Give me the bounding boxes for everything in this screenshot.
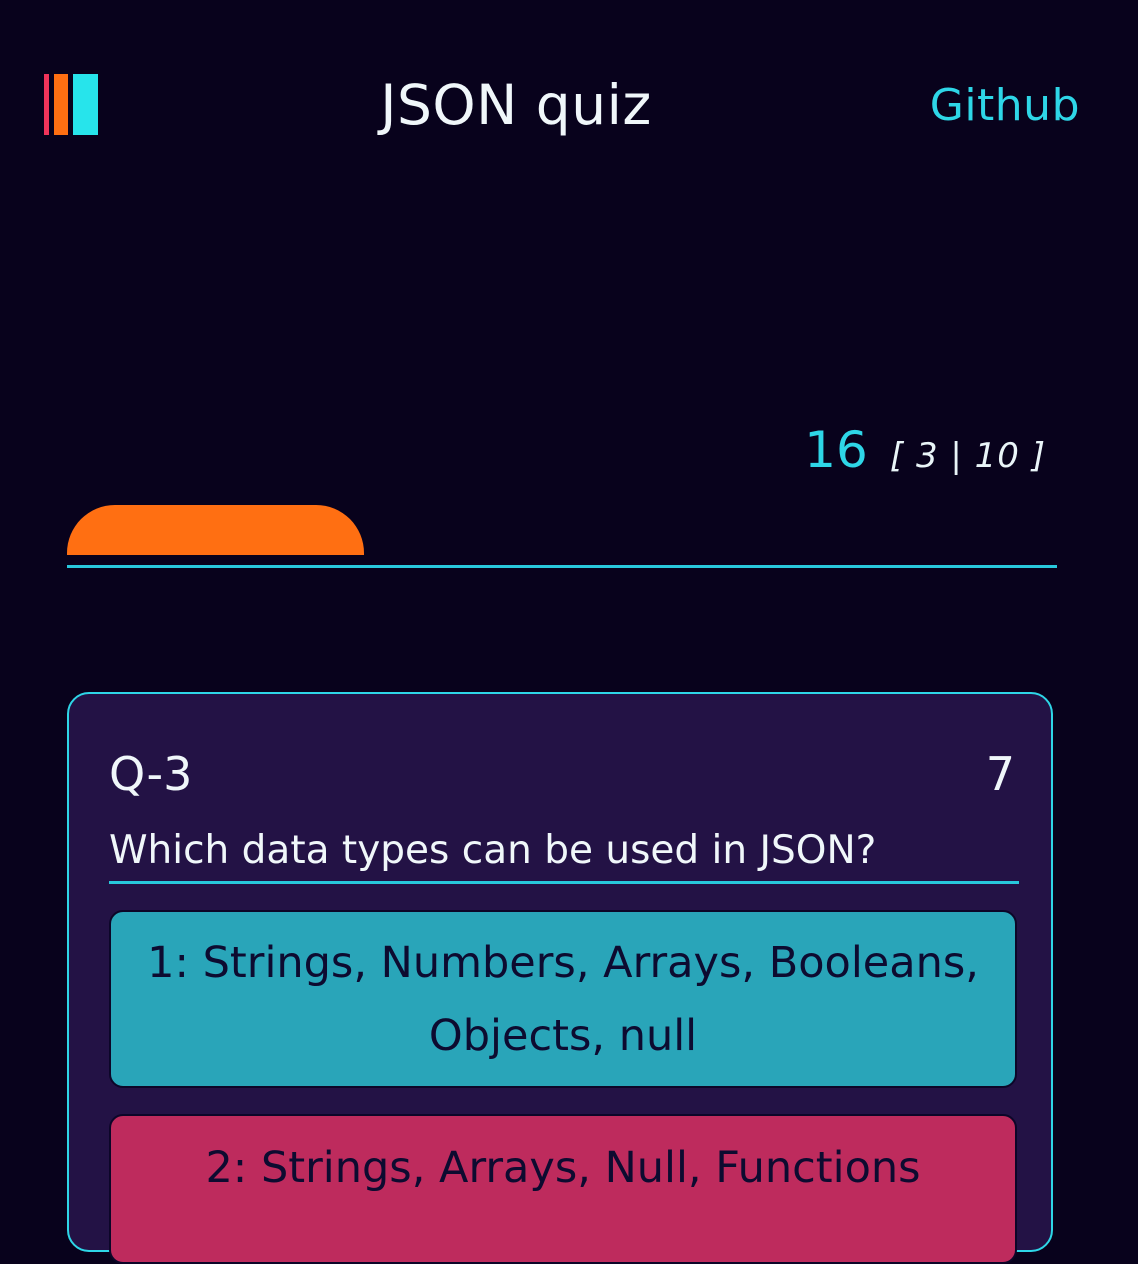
- progress-bar-fill: [67, 505, 364, 555]
- question-progress-counter: [ 3 | 10 ]: [889, 436, 1046, 476]
- logo-bar-orange: [54, 74, 68, 135]
- score-row: 16 [ 3 | 10 ]: [804, 420, 1046, 480]
- progress-baseline: [67, 565, 1057, 568]
- progress-bar: [67, 505, 1057, 555]
- question-text: Which data types can be used in JSON?: [109, 828, 877, 873]
- question-timer: 7: [985, 747, 1015, 801]
- page-title: JSON quiz: [380, 73, 652, 137]
- logo-bar-cyan: [73, 74, 98, 135]
- question-card: Q-3 7 Which data types can be used in JS…: [67, 692, 1053, 1264]
- question-number: Q-3: [109, 747, 193, 801]
- logo-bar-red: [44, 74, 49, 135]
- github-link[interactable]: Github: [930, 80, 1080, 132]
- score-value: 16: [804, 421, 868, 479]
- answer-option-1[interactable]: 1: Strings, Numbers, Arrays, Booleans, O…: [109, 910, 1017, 1088]
- question-divider: [109, 881, 1019, 884]
- logo-icon: [44, 74, 102, 135]
- answer-option-2[interactable]: 2: Strings, Arrays, Null, Functions: [109, 1114, 1017, 1264]
